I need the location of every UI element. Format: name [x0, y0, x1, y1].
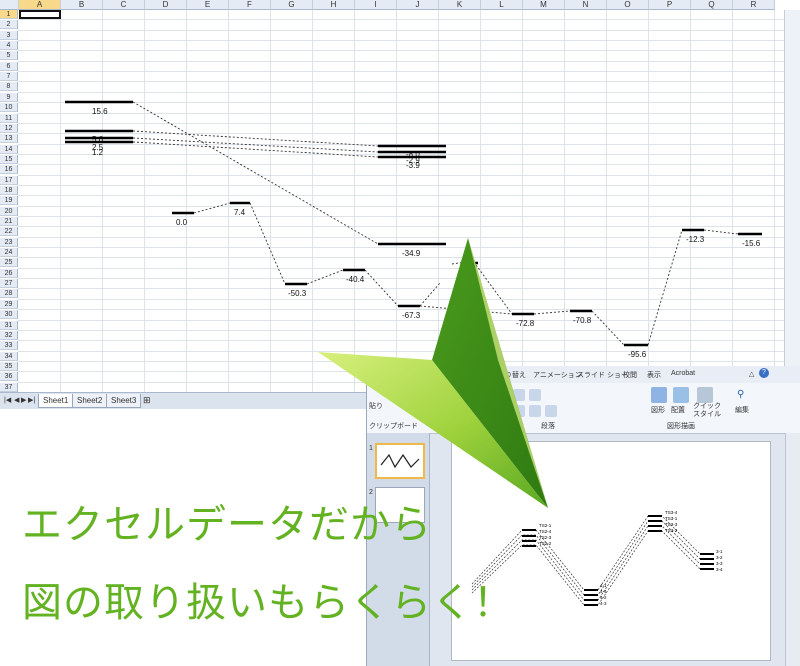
- tagline-line-2: 図の取り扱いもらくらく！: [22, 580, 514, 626]
- tagline-line-1: エクセルデータだから: [22, 502, 432, 548]
- green-arrow-graphic: [318, 238, 548, 508]
